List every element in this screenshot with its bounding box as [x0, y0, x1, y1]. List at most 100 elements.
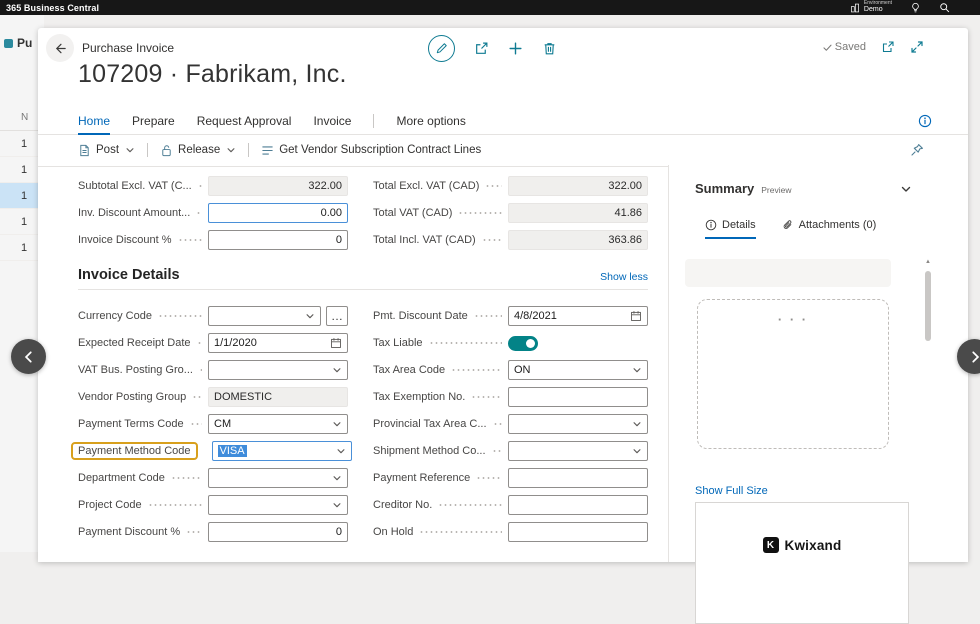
- chevron-down-icon: [332, 419, 342, 429]
- environment-name: Demo: [864, 6, 892, 14]
- share-icon[interactable]: [474, 41, 489, 56]
- tab-invoice[interactable]: Invoice: [313, 108, 351, 134]
- provincial-tax-area-c-combo[interactable]: [508, 414, 648, 434]
- get-vendor-subscription-contract-lines-button[interactable]: Get Vendor Subscription Contract Lines: [261, 144, 481, 157]
- chevron-down-icon: [632, 419, 642, 429]
- tax-liable-toggle[interactable]: [508, 336, 538, 351]
- department-code-label: Department Code: [78, 472, 165, 484]
- row-number: 1: [21, 138, 27, 150]
- menu-bar: Home Prepare Request Approval Invoice More o…: [38, 108, 968, 135]
- currency-code-combo[interactable]: [208, 306, 321, 326]
- window-arrow-icon[interactable]: [881, 40, 895, 54]
- chevron-right-icon: [968, 350, 980, 364]
- factbox-scrollbar[interactable]: ▲: [923, 257, 933, 562]
- dotted-leader: [198, 185, 202, 187]
- pin-icon[interactable]: [910, 143, 924, 157]
- scroll-up-icon[interactable]: ▲: [923, 257, 933, 267]
- chevron-down-icon: [332, 473, 342, 483]
- field-row: Total VAT (CAD)41.86: [373, 199, 648, 226]
- tab-request-approval[interactable]: Request Approval: [197, 108, 292, 134]
- show-less-link[interactable]: Show less: [600, 271, 648, 283]
- field-row: Project Code: [78, 491, 348, 518]
- assist-edit-button[interactable]: …: [326, 306, 348, 326]
- inv-discount-amount-input[interactable]: 0.00: [208, 203, 348, 223]
- back-button[interactable]: [46, 34, 74, 62]
- chevron-down-icon[interactable]: [900, 183, 912, 195]
- on-hold-input[interactable]: [508, 522, 648, 542]
- previous-record-button[interactable]: [11, 339, 46, 374]
- field-control: 4/8/2021: [508, 306, 648, 326]
- field-row: Expected Receipt Date1/1/2020: [78, 329, 348, 356]
- details-right-column: Pmt. Discount Date4/8/2021Tax LiableTax …: [373, 302, 648, 545]
- vendor-picture-placeholder[interactable]: · · ·: [697, 299, 889, 449]
- page-title: 107209 · Fabrikam, Inc.: [78, 60, 347, 89]
- payment-discount-input[interactable]: 0: [208, 522, 348, 542]
- payment-reference-input[interactable]: [508, 468, 648, 488]
- info-icon[interactable]: [918, 114, 932, 128]
- department-code-combo[interactable]: [208, 468, 348, 488]
- dotted-leader: [485, 185, 502, 187]
- vendor-logo-name: Kwixand: [785, 538, 842, 553]
- inv-discount-amount-label: Inv. Discount Amount...: [78, 207, 190, 219]
- field-control: [508, 522, 648, 542]
- show-full-size-link[interactable]: Show Full Size: [695, 485, 768, 497]
- payment-method-code-combo[interactable]: VISA: [212, 441, 352, 461]
- app-title[interactable]: 365 Business Central: [6, 3, 99, 13]
- vendor-logo: K Kwixand: [696, 537, 908, 553]
- invoice-discount-input[interactable]: 0: [208, 230, 348, 250]
- creditor-no-label: Creditor No.: [373, 499, 432, 511]
- pmt-discount-date-input[interactable]: 4/8/2021: [508, 306, 648, 326]
- field-row: Provincial Tax Area C...: [373, 410, 648, 437]
- vendor-posting-group-label: Vendor Posting Group: [78, 391, 186, 403]
- background-page-header: Pu: [4, 36, 32, 50]
- plus-icon[interactable]: [508, 41, 523, 56]
- search-icon[interactable]: [939, 2, 950, 13]
- tax-area-code-combo[interactable]: ON: [508, 360, 648, 380]
- post-button[interactable]: Post: [78, 144, 135, 157]
- tab-home[interactable]: Home: [78, 108, 110, 134]
- shipment-method-co-combo[interactable]: [508, 441, 648, 461]
- expected-receipt-date-input[interactable]: 1/1/2020: [208, 333, 348, 353]
- field-value: 1/1/2020: [214, 337, 326, 349]
- back-arrow-icon: [54, 42, 67, 55]
- field-value: 0: [214, 526, 342, 538]
- dotted-leader: [178, 239, 202, 241]
- topbar-actions: Environment Demo: [850, 1, 950, 14]
- chevron-down-icon: [226, 145, 236, 155]
- background-page-title: Pu: [17, 36, 32, 50]
- calendar-icon[interactable]: [630, 310, 642, 322]
- assistant-icon[interactable]: [910, 2, 921, 13]
- field-control: [208, 468, 348, 488]
- tab-attachments-0[interactable]: Attachments (0): [782, 219, 877, 239]
- release-button[interactable]: Release: [160, 144, 236, 157]
- trash-icon[interactable]: [542, 41, 557, 56]
- calendar-icon[interactable]: [330, 337, 342, 349]
- payment-terms-code-combo[interactable]: CM: [208, 414, 348, 434]
- menu-separator: [373, 114, 374, 128]
- project-code-combo[interactable]: [208, 495, 348, 515]
- tab-details[interactable]: Details: [705, 219, 756, 239]
- field-row: Payment Reference: [373, 464, 648, 491]
- factbox-tab-label: Attachments (0): [799, 219, 877, 231]
- window-actions: Saved: [822, 40, 924, 54]
- field-control: [508, 495, 648, 515]
- tax-exemption-no-input[interactable]: [508, 387, 648, 407]
- details-left-column: Currency Code…Expected Receipt Date1/1/2…: [78, 302, 348, 545]
- vat-bus-posting-gro-combo[interactable]: [208, 360, 348, 380]
- creditor-no-input[interactable]: [508, 495, 648, 515]
- field-row: On Hold: [373, 518, 648, 545]
- field-control: [508, 468, 648, 488]
- edit-button[interactable]: [428, 35, 455, 62]
- field-control: [208, 495, 348, 515]
- expand-icon[interactable]: [910, 40, 924, 54]
- dotted-leader: [429, 342, 502, 344]
- chevron-down-icon: [632, 365, 642, 375]
- dotted-leader: [474, 315, 502, 317]
- tab-prepare[interactable]: Prepare: [132, 108, 175, 134]
- scrollbar-thumb[interactable]: [925, 271, 931, 341]
- breadcrumb[interactable]: Purchase Invoice: [82, 41, 174, 55]
- chevron-down-icon: [632, 446, 642, 456]
- field-row: Department Code: [78, 464, 348, 491]
- tab-more-options[interactable]: More options: [396, 108, 465, 134]
- environment-switcher[interactable]: Environment Demo: [850, 1, 892, 14]
